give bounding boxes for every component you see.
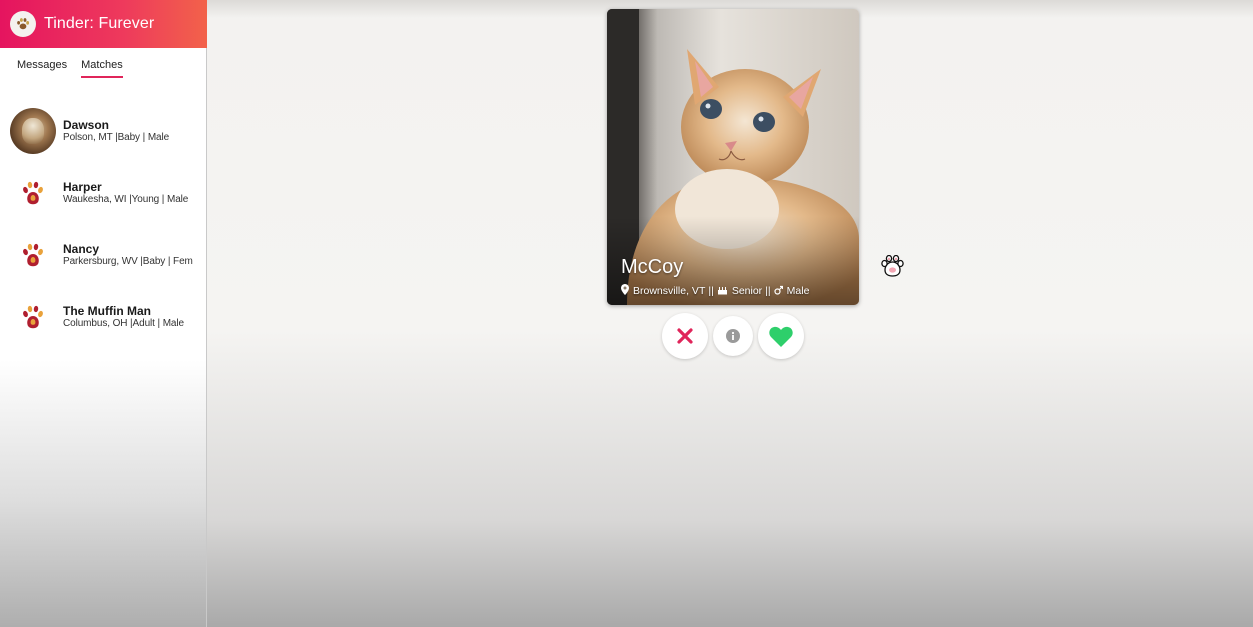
app-title: Tinder: Furever (44, 15, 155, 32)
gender-icon (774, 285, 783, 298)
cake-icon (717, 285, 728, 298)
list-item[interactable]: The Muffin Man Columbus, OH |Adult | Mal… (0, 286, 206, 348)
close-icon (677, 328, 693, 344)
paw-icon[interactable] (10, 11, 36, 37)
pet-age: Senior (731, 285, 763, 297)
match-list: Dawson Polson, MT |Baby | Male Harper Wa… (0, 100, 206, 348)
like-button[interactable] (758, 313, 804, 359)
heart-icon (769, 326, 793, 347)
pet-name: McCoy (621, 256, 684, 278)
paw-icon (10, 170, 56, 216)
separator: || (765, 285, 771, 297)
match-name: The Muffin Man (63, 304, 151, 318)
tab-matches[interactable]: Matches (81, 59, 123, 78)
paw-icon (10, 232, 56, 278)
separator: || (708, 285, 714, 297)
dislike-button[interactable] (662, 313, 708, 359)
sidebar-tabs: Messages Matches (0, 48, 206, 78)
list-item[interactable]: Harper Waukesha, WI |Young | Male (0, 162, 206, 224)
paw-cursor-icon (881, 254, 904, 282)
paw-icon (10, 294, 56, 340)
match-name: Nancy (63, 242, 100, 256)
match-name: Dawson (63, 118, 110, 132)
tab-messages[interactable]: Messages (17, 59, 67, 78)
app-header: Tinder: Furever (0, 0, 207, 48)
pet-sex: Male (786, 285, 810, 297)
list-item[interactable]: Nancy Parkersburg, WV |Baby | Female (0, 224, 206, 286)
info-icon (726, 329, 740, 343)
match-meta: Waukesha, WI |Young | Male (63, 194, 189, 205)
info-button[interactable] (713, 316, 753, 356)
sidebar: Tinder: Furever Messages Matches Dawson … (0, 0, 207, 627)
match-name: Harper (63, 180, 102, 194)
match-meta: Parkersburg, WV |Baby | Female (63, 256, 193, 267)
profile-card[interactable]: McCoy Brownsville, VT || Senior || Male (607, 9, 859, 305)
pet-location: Brownsville, VT (633, 285, 706, 297)
pet-details: Brownsville, VT || Senior || Male (621, 284, 809, 298)
match-meta: Polson, MT |Baby | Male (63, 132, 170, 143)
match-meta: Columbus, OH |Adult | Male (63, 318, 184, 329)
location-pin-icon (621, 284, 629, 298)
avatar (10, 108, 56, 154)
list-item[interactable]: Dawson Polson, MT |Baby | Male (0, 100, 206, 162)
